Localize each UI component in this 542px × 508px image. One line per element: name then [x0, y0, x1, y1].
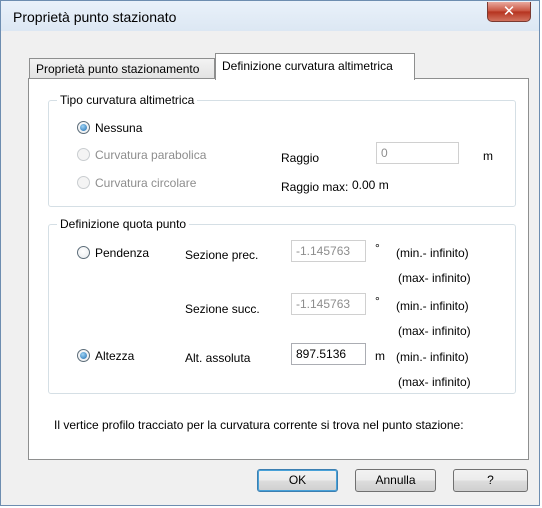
radio-nessuna-label[interactable]: Nessuna: [95, 121, 142, 135]
raggio-input[interactable]: 0: [376, 142, 459, 164]
tab-label: Definizione curvatura altimetrica: [222, 59, 393, 73]
annulla-label: Annulla: [375, 473, 416, 487]
group-title: Definizione quota punto: [57, 217, 190, 231]
help-button[interactable]: ?: [453, 469, 528, 492]
radio-altezza[interactable]: [77, 349, 90, 362]
sezione-succ-input[interactable]: -1.145763: [291, 293, 366, 315]
sezione-prec-max: (max- infinito): [398, 271, 471, 285]
alt-assoluta-unit: m: [375, 349, 385, 363]
group-title: Tipo curvatura altimetrica: [57, 93, 198, 107]
alt-assoluta-label: Alt. assoluta: [185, 351, 251, 365]
ok-button[interactable]: OK: [257, 469, 338, 492]
tab-definizione-curvatura[interactable]: Definizione curvatura altimetrica: [215, 53, 415, 80]
radio-curvatura-circolare-label[interactable]: Curvatura circolare: [95, 176, 196, 190]
sezione-succ-unit: °: [375, 294, 380, 308]
radio-pendenza[interactable]: [77, 246, 90, 259]
sezione-succ-max: (max- infinito): [398, 324, 471, 338]
tab-panel: Tipo curvatura altimetrica Nessuna Curva…: [28, 78, 529, 460]
help-icon: ?: [487, 473, 494, 487]
radio-curvatura-parabolica-label[interactable]: Curvatura parabolica: [95, 148, 206, 162]
radio-curvatura-parabolica[interactable]: [77, 148, 90, 161]
sezione-succ-label: Sezione succ.: [185, 302, 260, 316]
dialog-client: Proprietà punto stazionamento Definizion…: [0, 0, 540, 506]
radio-pendenza-label[interactable]: Pendenza: [95, 246, 149, 260]
annulla-button[interactable]: Annulla: [355, 469, 436, 492]
alt-assoluta-input[interactable]: 897.5136: [291, 343, 366, 365]
ok-label: OK: [288, 473, 307, 487]
radio-altezza-label[interactable]: Altezza: [95, 349, 134, 363]
raggio-max-value: 0.00 m: [352, 178, 389, 192]
sezione-prec-label: Sezione prec.: [185, 248, 259, 262]
tab-proprieta-punto[interactable]: Proprietà punto stazionamento: [29, 58, 215, 78]
radio-curvatura-circolare[interactable]: [77, 176, 90, 189]
footer-note: Il vertice profilo tracciato per la curv…: [54, 418, 464, 432]
alt-min: (min.- infinito): [396, 350, 469, 364]
raggio-max-label: Raggio max:: [281, 180, 349, 194]
alt-max: (max- infinito): [398, 375, 471, 389]
sezione-prec-min: (min.- infinito): [396, 246, 469, 260]
sezione-prec-input[interactable]: -1.145763: [291, 240, 366, 262]
sezione-prec-unit: °: [375, 241, 380, 255]
sezione-succ-min: (min.- infinito): [396, 299, 469, 313]
raggio-label: Raggio: [281, 151, 320, 165]
raggio-unit: m: [483, 149, 493, 163]
tab-label: Proprietà punto stazionamento: [36, 62, 200, 76]
radio-nessuna[interactable]: [77, 121, 90, 134]
